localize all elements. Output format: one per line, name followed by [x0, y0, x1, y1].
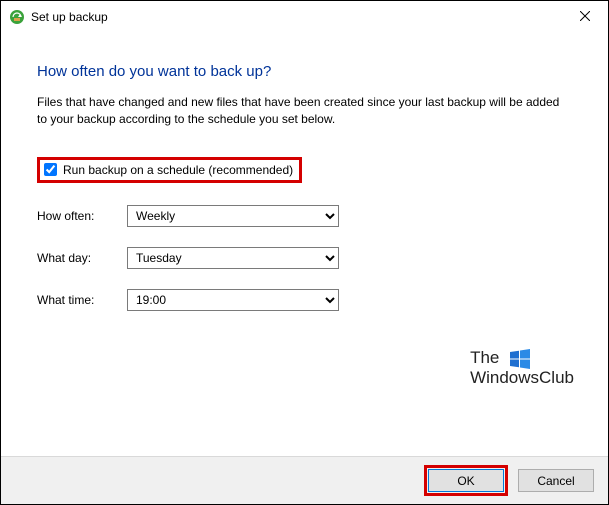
window-title: Set up backup — [31, 10, 108, 24]
content-area: How often do you want to back up? Files … — [1, 33, 608, 341]
windows-logo-icon — [510, 349, 530, 369]
label-how-often: How often: — [37, 209, 127, 223]
schedule-checkbox-label: Run backup on a schedule (recommended) — [63, 163, 293, 177]
close-button[interactable] — [562, 1, 608, 31]
titlebar: Set up backup — [1, 1, 608, 33]
schedule-checkbox[interactable] — [44, 163, 57, 176]
watermark: The WindowsClub — [470, 349, 574, 387]
watermark-line2: WindowsClub — [470, 369, 574, 387]
watermark-line1: The — [470, 348, 499, 367]
select-how-often[interactable]: Weekly — [127, 205, 339, 227]
label-what-day: What day: — [37, 251, 127, 265]
close-icon — [580, 11, 590, 21]
select-what-day[interactable]: Tuesday — [127, 247, 339, 269]
ok-button-highlight: OK — [424, 465, 508, 496]
page-heading: How often do you want to back up? — [37, 63, 572, 80]
row-how-often: How often: Weekly — [37, 205, 572, 227]
schedule-checkbox-row[interactable]: Run backup on a schedule (recommended) — [37, 157, 302, 183]
dialog-footer: OK Cancel — [1, 456, 608, 504]
row-what-time: What time: 19:00 — [37, 289, 572, 311]
select-what-time[interactable]: 19:00 — [127, 289, 339, 311]
ok-button[interactable]: OK — [428, 469, 504, 492]
row-what-day: What day: Tuesday — [37, 247, 572, 269]
backup-wizard-icon — [9, 9, 25, 25]
page-description: Files that have changed and new files th… — [37, 94, 572, 129]
cancel-button[interactable]: Cancel — [518, 469, 594, 492]
label-what-time: What time: — [37, 293, 127, 307]
